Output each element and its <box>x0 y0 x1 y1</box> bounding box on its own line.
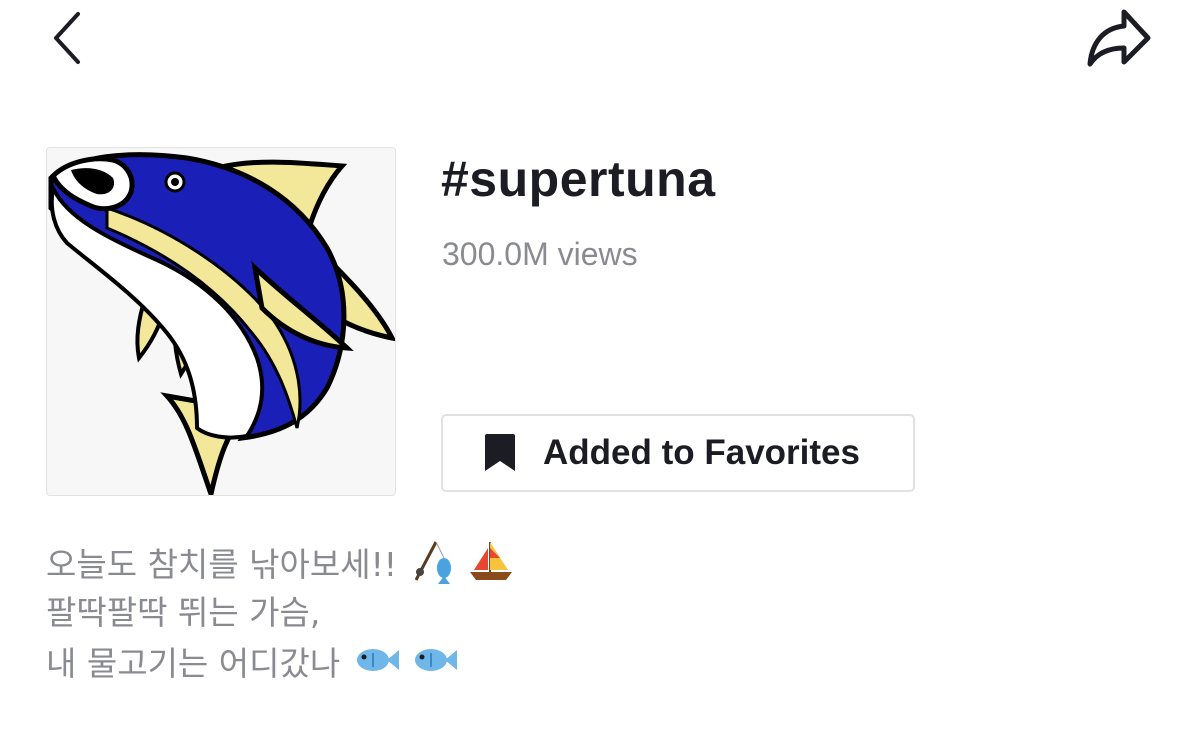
favorite-button-label: Added to Favorites <box>543 433 860 472</box>
hashtag-description: 오늘도 참치를 낚아보세!! 팔딱팔딱 뛰는 가슴, 내 물고기는 어디갔나 <box>46 538 1146 688</box>
added-to-favorites-button[interactable]: Added to Favorites <box>441 414 915 492</box>
chevron-left-icon <box>54 12 80 64</box>
share-button[interactable] <box>1082 6 1154 70</box>
bookmark-icon <box>485 434 515 471</box>
description-line-1-text: 오늘도 참치를 낚아보세!! <box>46 545 398 584</box>
fishing-pole-emoji <box>414 541 451 584</box>
hashtag-cover-image <box>46 147 396 496</box>
fish-emoji <box>415 649 458 671</box>
description-line-3-text: 내 물고기는 어디갔나 <box>46 644 341 683</box>
tuna-fish-illustration <box>48 152 395 495</box>
hashtag-views: 300.0M views <box>442 236 638 272</box>
fish-emoji <box>356 649 399 671</box>
description-line-1: 오늘도 참치를 낚아보세!! <box>46 538 1146 589</box>
description-line-2: 팔딱팔딱 뛰는 가슴, <box>46 593 321 632</box>
description-line-3: 내 물고기는 어디갔나 <box>46 637 1146 688</box>
share-arrow-icon <box>1087 9 1151 67</box>
back-button[interactable] <box>48 10 88 66</box>
sailboat-emoji <box>470 542 513 580</box>
hashtag-title: #supertuna <box>441 151 716 207</box>
